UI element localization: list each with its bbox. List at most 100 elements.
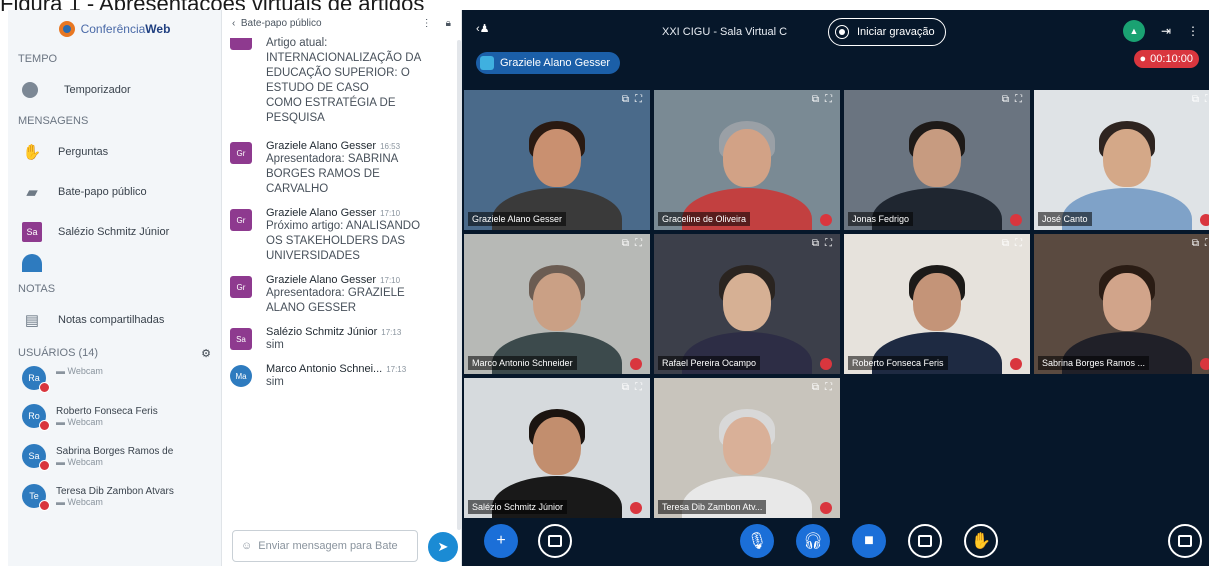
section-notas: NOTAS [18, 283, 56, 295]
video-tile[interactable]: ⧉ ⛶ Sabrina Borges Ramos ... [1034, 234, 1209, 374]
video-tile[interactable]: ⧉ ⛶ Marco Antonio Schneider [464, 234, 650, 374]
message-time: 17:10 [380, 209, 401, 218]
chat-message-input[interactable]: ☺ Enviar mensagem para Bate [232, 530, 418, 562]
hand-icon: ✋ [22, 144, 42, 161]
video-tile[interactable]: ⧉ ⛶ Teresa Dib Zambon Atv... [654, 378, 840, 518]
fullscreen-icon[interactable]: ⛶ [1015, 238, 1022, 249]
muted-icon [820, 358, 832, 370]
sidebar-item-public-chat[interactable]: ▰ Bate-papo público [8, 172, 221, 212]
fullscreen-icon[interactable]: ⛶ [1205, 94, 1209, 105]
microphone-button[interactable]: 🎙︎ [740, 524, 774, 558]
user-item[interactable]: Sa Sabrina Borges Ramos de ▬ Webcam [8, 436, 221, 476]
fullscreen-icon[interactable]: ⛶ [635, 94, 642, 105]
message-author: Graziele Alano Gesser 17:10 [266, 207, 401, 219]
participant-name[interactable]: Graceline de Oliveira [658, 212, 751, 226]
participant-name[interactable]: Roberto Fonseca Feris [848, 356, 948, 370]
fullscreen-icon[interactable]: ⛶ [825, 94, 832, 105]
send-button[interactable]: ➤ [428, 532, 458, 562]
video-tile[interactable]: ⧉ ⛶ Graceline de Oliveira [654, 90, 840, 230]
message-text: Próximo artigo: ANALISANDO OS STAKEHOLDE… [266, 220, 421, 262]
user-item[interactable]: Ra ▬ Webcam [8, 366, 221, 396]
person-face [533, 417, 581, 476]
fullscreen-icon[interactable]: ⛶ [825, 382, 832, 393]
sidebar-item-notes[interactable]: ▤ Notas compartilhadas [8, 300, 221, 340]
fullscreen-icon[interactable]: ⛶ [635, 238, 642, 249]
participant-name[interactable]: Jonas Fedrigo [848, 212, 914, 226]
muted-icon [39, 500, 50, 511]
participant-name[interactable]: Salézio Schmitz Júnior [468, 500, 568, 514]
video-tile[interactable]: ⧉ ⛶ Jonas Fedrigo [844, 90, 1030, 230]
presentation-button[interactable] [1168, 524, 1202, 558]
user-name: Sabrina Borges Ramos de [56, 445, 174, 457]
share-screen-button[interactable] [908, 524, 942, 558]
recording-timer: ● 00:10:00 [1133, 50, 1199, 68]
more-options-icon[interactable]: ⋮ [422, 18, 432, 29]
camera-button[interactable]: ■ [852, 524, 886, 558]
sidebar-item-timer[interactable]: Temporizador [8, 70, 221, 110]
settings-gear-icon[interactable]: ⚙ [201, 347, 211, 360]
chat-header: ‹ Bate-papo público ⋮ 🔒︎ [222, 10, 461, 36]
video-tile[interactable]: ⧉ ⛶ Roberto Fonseca Feris [844, 234, 1030, 374]
pin-icon[interactable]: ⧉ [1192, 94, 1199, 105]
pin-icon[interactable]: ⧉ [622, 94, 629, 105]
message-time: 17:13 [381, 328, 402, 337]
video-tile[interactable]: ⧉ ⛶ Rafael Pereira Ocampo [654, 234, 840, 374]
connection-status-icon[interactable]: ▲ [1122, 20, 1145, 42]
person-face [1103, 129, 1151, 188]
video-tile[interactable]: ⧉ ⛶ Graziele Alano Gesser [464, 90, 650, 230]
dm-avatar: Sa [22, 222, 42, 242]
notes-icon: ▤ [24, 312, 40, 329]
muted-icon [39, 382, 50, 393]
leave-icon[interactable]: ⇥ [1161, 24, 1171, 38]
pin-icon[interactable]: ⧉ [812, 382, 819, 393]
users-toggle-icon[interactable]: ‹♟ [476, 22, 490, 35]
pin-icon[interactable]: ⧉ [812, 94, 819, 105]
speaker-icon [480, 56, 494, 70]
fullscreen-icon[interactable]: ⛶ [825, 238, 832, 249]
fullscreen-icon[interactable]: ⛶ [1205, 238, 1209, 249]
message-avatar: Ma [230, 365, 252, 387]
meeting-title: XXI CIGU - Sala Virtual C [662, 26, 788, 38]
participant-name[interactable]: Marco Antonio Schneider [468, 356, 577, 370]
message-text: sim [266, 339, 284, 351]
user-item[interactable]: Ro Roberto Fonseca Feris ▬ Webcam [8, 396, 221, 436]
raise-hand-button[interactable]: ✋ [964, 524, 998, 558]
pin-icon[interactable]: ⧉ [1002, 94, 1009, 105]
audio-headphones-button[interactable]: 🎧︎ [796, 524, 830, 558]
participant-name[interactable]: Graziele Alano Gesser [468, 212, 567, 226]
participant-name[interactable]: Sabrina Borges Ramos ... [1038, 356, 1150, 370]
participant-name[interactable]: Rafael Pereira Ocampo [658, 356, 761, 370]
video-tile[interactable]: ⧉ ⛶ Salézio Schmitz Júnior [464, 378, 650, 518]
tile-tools: ⧉ ⛶ [812, 382, 832, 393]
pin-icon[interactable]: ⧉ [812, 238, 819, 249]
users-header: USUÁRIOS (14) ⚙ [8, 340, 221, 366]
participant-name[interactable]: Teresa Dib Zambon Atv... [658, 500, 767, 514]
record-button[interactable]: Iniciar gravação [828, 18, 946, 46]
message-avatar: Gr [230, 276, 252, 298]
chat-panel: ‹ Bate-papo público ⋮ 🔒︎ Artigo atual: IN… [222, 10, 462, 566]
fullscreen-icon[interactable]: ⛶ [1015, 94, 1022, 105]
message-avatar: Sa [230, 328, 252, 350]
user-status: ▬ Webcam [56, 416, 103, 427]
pin-icon[interactable]: ⧉ [622, 238, 629, 249]
pin-icon[interactable]: ⧉ [1002, 238, 1009, 249]
section-tempo: TEMPO [18, 53, 58, 65]
user-item[interactable]: Te Teresa Dib Zambon Atvars ▬ Webcam [8, 476, 221, 516]
video-tile[interactable]: ⧉ ⛶ José Canto [1034, 90, 1209, 230]
chat-back-button[interactable]: ‹ Bate-papo público [232, 18, 322, 29]
emoji-icon[interactable]: ☺ [241, 540, 252, 552]
sidebar-item-questions[interactable]: ✋ Perguntas [8, 132, 221, 172]
participant-name[interactable]: José Canto [1038, 212, 1092, 226]
sidebar-item-private-chat[interactable]: Sa Salézio Schmitz Júnior [8, 212, 221, 252]
logo-icon [58, 21, 75, 37]
user-status: ▬ Webcam [56, 496, 103, 507]
screen-share-off-button[interactable] [538, 524, 572, 558]
pin-icon[interactable]: ⧉ [1192, 238, 1199, 249]
sidebar-item-label: Salézio Schmitz Júnior [58, 226, 170, 238]
more-options-icon[interactable]: ⋮ [1187, 24, 1199, 38]
lock-icon[interactable]: 🔒︎ [446, 18, 451, 29]
chat-scrollbar[interactable] [457, 40, 461, 530]
fullscreen-icon[interactable]: ⛶ [635, 382, 642, 393]
pin-icon[interactable]: ⧉ [622, 382, 629, 393]
actions-plus-button[interactable]: + [484, 524, 518, 558]
